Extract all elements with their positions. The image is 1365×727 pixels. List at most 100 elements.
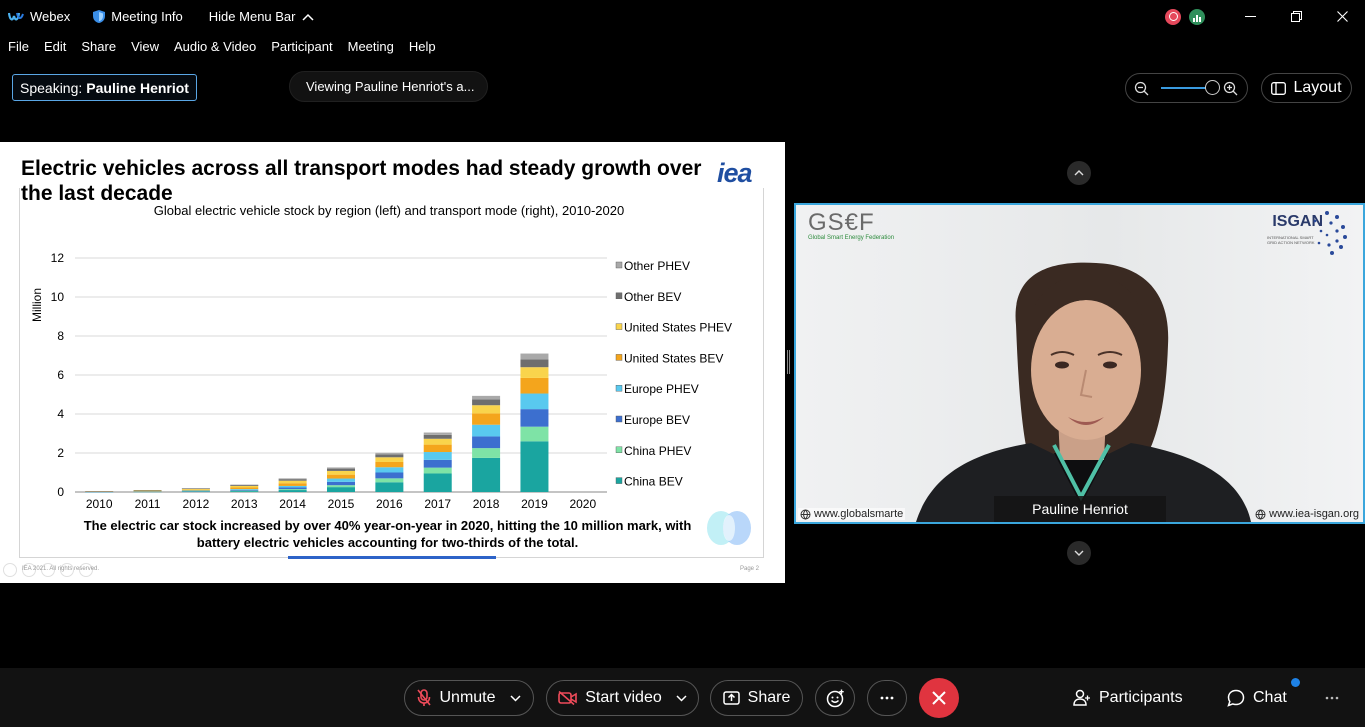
meeting-info-button[interactable]: Meeting Info — [92, 9, 183, 24]
participant-video-feed — [916, 262, 1251, 522]
bar-segment — [472, 395, 501, 400]
close-icon — [1336, 11, 1348, 22]
slide-caption: The electric car stock increased by over… — [83, 518, 692, 550]
bar-segment — [230, 489, 259, 490]
bar-segment — [520, 426, 549, 442]
share-screen-icon — [722, 691, 740, 705]
minimize-button[interactable] — [1227, 0, 1273, 33]
x-tick-label: 2013 — [231, 497, 258, 511]
bar-segment — [181, 488, 210, 489]
menu-share[interactable]: Share — [81, 39, 116, 54]
participants-icon — [1073, 689, 1090, 706]
unmute-button[interactable]: Unmute — [404, 680, 534, 716]
share-button[interactable]: Share — [710, 680, 803, 716]
menu-file[interactable]: File — [8, 39, 29, 54]
network-stats-icon[interactable] — [1189, 8, 1205, 25]
menu-bar: File Edit Share View Audio & Video Parti… — [0, 34, 451, 58]
y-tick-label: 12 — [51, 251, 65, 265]
bar-segment — [423, 473, 452, 492]
bar-segment — [520, 367, 549, 378]
x-tick-label: 2018 — [473, 497, 500, 511]
bar-segment — [375, 467, 404, 473]
chevron-down-icon[interactable] — [509, 694, 521, 702]
app-name: Webex — [30, 9, 71, 24]
gsef-logo-text: GS€F — [808, 209, 875, 236]
bar-segment — [278, 480, 307, 484]
bar-segment — [327, 485, 355, 488]
reactions-button[interactable] — [815, 680, 855, 716]
legend-swatch — [615, 261, 623, 269]
bar-segment — [278, 490, 307, 492]
hide-menu-bar-button[interactable]: Hide Menu Bar — [209, 9, 319, 24]
y-tick-label: 6 — [57, 368, 64, 382]
hide-menu-bar-label: Hide Menu Bar — [208, 9, 296, 24]
minimize-icon — [1244, 15, 1256, 17]
bar-segment — [230, 490, 259, 492]
chevron-down-icon[interactable] — [676, 694, 687, 702]
zoom-out-icon[interactable] — [1134, 81, 1149, 96]
bar-segment — [375, 482, 404, 492]
bar-segment — [520, 441, 549, 492]
bar-segment — [472, 457, 501, 492]
menu-view[interactable]: View — [131, 39, 159, 54]
y-tick-label: 0 — [57, 485, 64, 499]
more-options-button[interactable] — [867, 680, 907, 716]
scroll-up-button[interactable] — [1067, 161, 1091, 185]
url-left-text: www.globalsmarte — [814, 508, 904, 520]
x-tick-label: 2014 — [279, 497, 306, 511]
x-tick-label: 2017 — [424, 497, 451, 511]
legend-swatch — [615, 477, 623, 484]
bar-segment — [278, 485, 307, 488]
bar-segment — [423, 434, 452, 439]
shared-slide[interactable]: Electric vehicles across all transport m… — [0, 142, 785, 583]
legend-label: Other BEV — [624, 290, 681, 304]
chevron-up-icon — [301, 13, 314, 21]
chat-notification-badge — [1291, 678, 1300, 687]
legend-label: Europe BEV — [624, 413, 690, 427]
bar-segment — [520, 359, 549, 368]
slide-footer-copyright: IEA 2021. All rights reserved. — [22, 566, 100, 572]
speaking-indicator: Speaking: Pauline Henriot — [12, 74, 197, 101]
isgan-dots-icon — [1313, 211, 1347, 255]
chat-button[interactable]: Chat — [1227, 680, 1287, 716]
zoom-slider[interactable] — [1161, 80, 1220, 95]
bar-segment — [278, 489, 307, 491]
bar-segment — [278, 479, 307, 481]
bar-segment — [327, 481, 355, 486]
unmute-label: Unmute — [439, 689, 496, 706]
y-tick-label: 4 — [57, 407, 64, 421]
menu-participant[interactable]: Participant — [271, 39, 332, 54]
zoom-in-icon[interactable] — [1223, 81, 1238, 96]
shield-icon — [93, 10, 106, 23]
slide-page-number: Page 2 — [740, 566, 760, 572]
viewing-share-label[interactable]: Viewing Pauline Henriot's a... — [289, 71, 488, 102]
bar-segment — [181, 489, 210, 491]
bar-segment — [520, 377, 549, 394]
participant-video[interactable]: GS€F Global Smart Energy Federation ISGA… — [794, 203, 1365, 524]
legend-label: United States PHEV — [624, 321, 732, 335]
layout-button[interactable]: Layout — [1261, 73, 1352, 103]
restore-button[interactable] — [1273, 0, 1319, 33]
recording-indicator-icon[interactable] — [1165, 8, 1181, 25]
globe-icon — [800, 509, 811, 520]
layout-label: Layout — [1293, 79, 1342, 96]
bar-segment — [423, 438, 452, 445]
globe-icon — [1255, 509, 1266, 520]
more-horizontal-icon — [1325, 696, 1339, 700]
x-tick-label: 2016 — [376, 497, 403, 511]
start-video-button[interactable]: Start video — [546, 680, 699, 716]
menu-help[interactable]: Help — [409, 39, 436, 54]
meeting-controls-bar: Unmute Start video Share Participants Ch… — [0, 668, 1365, 727]
menu-edit[interactable]: Edit — [44, 39, 66, 54]
bar-segment — [327, 487, 355, 492]
bar-segment — [472, 405, 501, 414]
menu-audio-video[interactable]: Audio & Video — [174, 39, 256, 54]
menu-meeting[interactable]: Meeting — [348, 39, 394, 54]
participants-button[interactable]: Participants — [1073, 680, 1183, 716]
panel-splitter-handle[interactable] — [787, 350, 790, 374]
end-meeting-button[interactable] — [919, 678, 959, 718]
scroll-down-button[interactable] — [1067, 541, 1091, 565]
more-panels-button[interactable] — [1325, 680, 1347, 716]
close-window-button[interactable] — [1319, 0, 1365, 33]
zoom-slider-handle[interactable] — [1205, 80, 1220, 95]
